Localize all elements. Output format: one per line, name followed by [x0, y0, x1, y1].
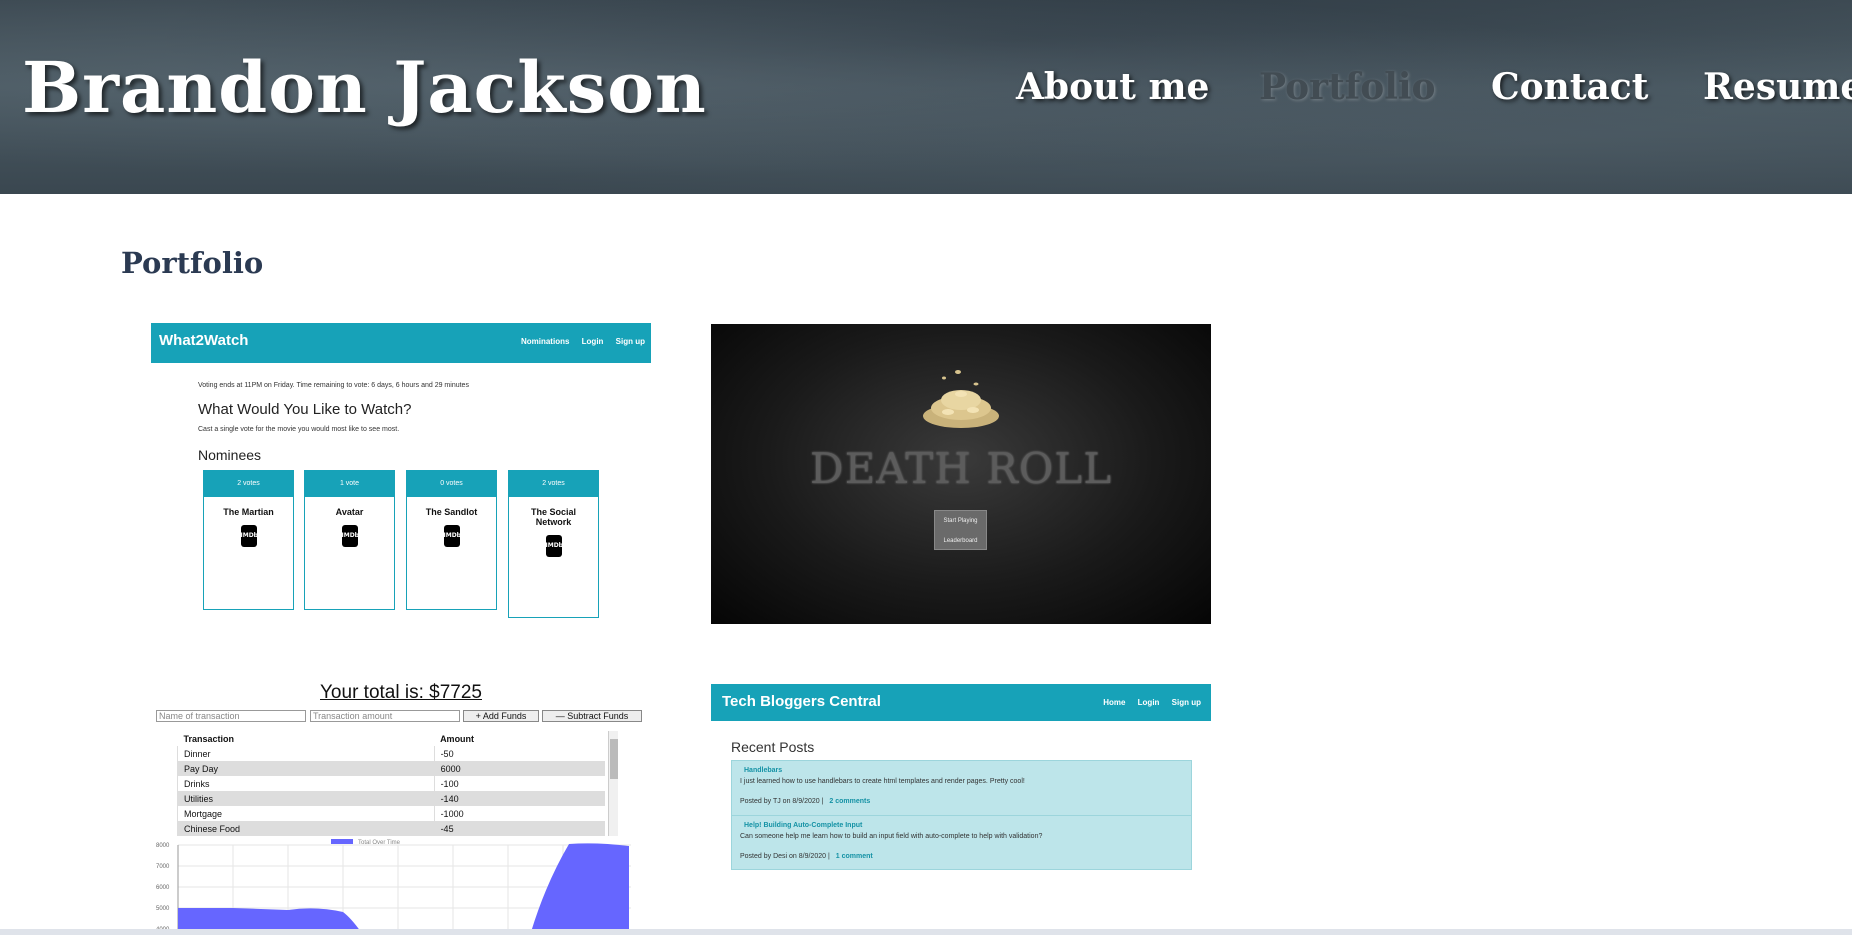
post-title: Handlebars — [744, 767, 783, 774]
table-row: Dinner -50 — [177, 746, 605, 761]
imdb-icon: IMDb — [240, 525, 258, 547]
y-tick-label: 8000 — [156, 843, 170, 849]
nominee-votes: 2 votes — [509, 471, 598, 497]
w2w-navbar: What2Watch Nominations Login Sign up — [151, 323, 651, 363]
nav-portfolio[interactable]: Portfolio — [1259, 66, 1436, 108]
tb-navbar: Tech Bloggers Central Home Login Sign up — [711, 684, 1211, 721]
nav-about-me[interactable]: About me — [1016, 66, 1209, 108]
amount-cell: 6000 — [433, 761, 605, 776]
table-row: Drinks -100 — [177, 776, 605, 791]
tb-link-home: Home — [1103, 698, 1126, 707]
transaction-amount-input: Transaction amount — [310, 710, 460, 722]
post-comments-link: 2 comments — [829, 798, 871, 805]
table-row: Mortgage -1000 — [177, 806, 605, 821]
death-roll-menu: Start Playing Leaderboard — [934, 510, 987, 550]
w2w-nav-links: Nominations Login Sign up — [511, 337, 645, 346]
amount-cell: -50 — [433, 746, 605, 761]
nav-contact[interactable]: Contact — [1491, 66, 1648, 108]
main-nav: About me Portfolio Contact Resume — [1010, 66, 1852, 116]
nominee-title: The Social Network — [530, 507, 576, 527]
tb-nav-links: Home Login Sign up — [1093, 698, 1201, 707]
transaction-cell: Utilities — [177, 791, 435, 806]
post-byline: Posted by TJ on 8/9/2020 | — [740, 798, 824, 805]
table-row: Chinese Food -45 — [177, 821, 605, 836]
chart-legend-swatch — [331, 839, 353, 844]
transaction-cell: Pay Day — [177, 761, 435, 776]
budget-total: Your total is: $7725 — [320, 682, 482, 703]
post-byline: Posted by Desi on 8/9/2020 | — [740, 853, 830, 860]
start-playing-button: Start Playing — [943, 518, 978, 524]
page-bottom-strip — [0, 929, 1852, 935]
post-meta: Posted by Desi on 8/9/2020 | 1 comment — [740, 853, 873, 860]
nominee-title: The Martian — [223, 507, 274, 517]
nominee-title: The Sandlot — [425, 507, 478, 517]
nav-resume[interactable]: Resume — [1703, 66, 1852, 108]
amount-cell: -45 — [433, 821, 605, 836]
imdb-icon: IMDb — [443, 525, 461, 547]
transaction-cell: Chinese Food — [177, 821, 435, 836]
w2w-link-login: Login — [581, 337, 604, 346]
tb-recent-posts-heading: Recent Posts — [731, 739, 815, 755]
death-roll-logo: DEATH ROLL — [809, 444, 1113, 493]
post-comments-link: 1 comment — [835, 853, 873, 860]
column-header: Amount — [440, 733, 475, 744]
nominee-card: 1 vote Avatar IMDb — [304, 470, 395, 610]
w2w-voting-note: Voting ends at 11PM on Friday. Time rema… — [198, 382, 469, 389]
column-header: Transaction — [183, 733, 235, 744]
total-over-time-chart: Total Over Time 8000 7000 6000 5000 4000 — [156, 839, 631, 932]
w2w-subtext: Cast a single vote for the movie you wou… — [198, 426, 400, 433]
coin-pile-icon — [923, 370, 999, 428]
table-header-row: Transaction Amount — [178, 731, 606, 746]
portfolio-heading: Portfolio — [121, 246, 264, 280]
transaction-name-input: Name of transaction — [156, 710, 306, 722]
table-row: Pay Day 6000 — [177, 761, 605, 776]
y-tick-label: 5000 — [156, 906, 170, 912]
amount-cell: -140 — [433, 791, 605, 806]
nominee-card: 0 votes The Sandlot IMDb — [406, 470, 497, 610]
add-funds-button: + Add Funds — [463, 710, 539, 722]
nominee-votes: 2 votes — [204, 471, 293, 497]
w2w-link-nominations: Nominations — [520, 337, 570, 346]
table-scrollbar — [608, 731, 618, 836]
project-tech-bloggers-thumbnail[interactable]: Tech Bloggers Central Home Login Sign up… — [711, 684, 1211, 874]
tb-link-login: Login — [1137, 698, 1160, 707]
nominee-votes: 1 vote — [305, 471, 394, 497]
transaction-cell: Drinks — [177, 776, 435, 791]
y-tick-label: 6000 — [156, 885, 170, 891]
tb-posts-list: Handlebars I just learned how to use han… — [731, 760, 1192, 870]
post-body: I just learned how to use handlebars to … — [740, 778, 1025, 785]
post-title: Help! Building Auto-Complete Input — [744, 822, 863, 829]
transactions-table: Transaction Amount Dinner -50 Pay Day 60… — [177, 731, 605, 836]
nominee-card: 2 votes The Social Network IMDb — [508, 470, 599, 618]
tb-brand: Tech Bloggers Central — [722, 693, 881, 710]
list-item: Handlebars I just learned how to use han… — [732, 761, 1191, 815]
site-brand[interactable]: Brandon Jackson — [22, 46, 707, 129]
transaction-cell: Dinner — [177, 746, 435, 761]
nominee-card: 2 votes The Martian IMDb — [203, 470, 294, 610]
amount-cell: -1000 — [433, 806, 605, 821]
site-header: Brandon Jackson About me Portfolio Conta… — [0, 0, 1852, 194]
w2w-nominees-heading: Nominees — [198, 447, 262, 463]
imdb-icon: IMDb — [341, 525, 359, 547]
post-body: Can someone help me learn how to build a… — [740, 833, 1043, 840]
w2w-link-signup: Sign up — [615, 337, 645, 346]
w2w-heading: What Would You Like to Watch? — [198, 401, 412, 418]
leaderboard-button: Leaderboard — [943, 538, 978, 544]
transaction-cell: Mortgage — [177, 806, 435, 821]
imdb-icon: IMDb — [545, 535, 563, 557]
amount-cell: -100 — [433, 776, 605, 791]
list-item: Help! Building Auto-Complete Input Can s… — [732, 815, 1191, 869]
nominee-title: Avatar — [335, 507, 364, 517]
y-tick-label: 7000 — [156, 864, 170, 870]
table-row: Utilities -140 — [177, 791, 605, 806]
nominee-votes: 0 votes — [407, 471, 496, 497]
subtract-funds-button: — Subtract Funds — [542, 710, 642, 722]
w2w-brand: What2Watch — [159, 332, 249, 349]
tb-link-signup: Sign up — [1171, 698, 1201, 707]
post-meta: Posted by TJ on 8/9/2020 | 2 comments — [740, 798, 870, 805]
chart-area-series — [178, 843, 629, 932]
project-budget-tracker-thumbnail[interactable]: Your total is: $7725 Name of transaction… — [151, 680, 651, 932]
project-what2watch-thumbnail[interactable]: What2Watch Nominations Login Sign up Vot… — [151, 323, 651, 623]
project-death-roll-thumbnail[interactable]: DEATH ROLL Start Playing Leaderboard — [711, 324, 1211, 624]
